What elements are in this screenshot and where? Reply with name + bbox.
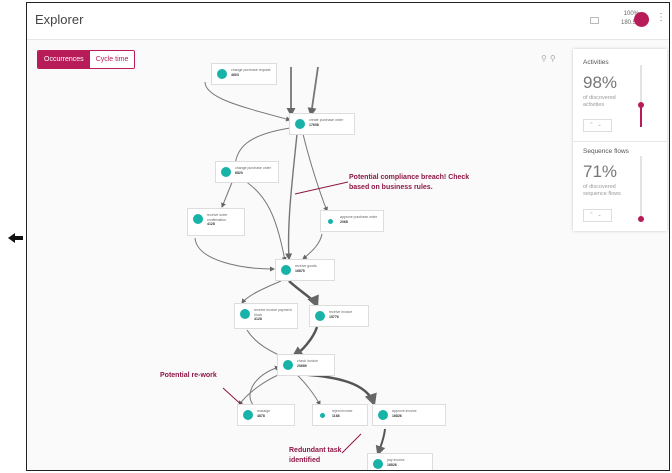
node-label: receive invoice — [329, 310, 353, 314]
activity-dot-icon — [240, 309, 250, 319]
sequence-flows-title: Sequence flows — [583, 148, 629, 155]
node-count: 1168 — [332, 413, 340, 418]
rework-annotation: Potential re-work — [160, 372, 217, 379]
activity-dot-icon — [320, 413, 325, 418]
node-label: receive invoice payment block — [254, 308, 292, 317]
activity-dot-icon — [373, 459, 383, 469]
activity-dot-icon — [378, 410, 388, 420]
process-node[interactable]: check invoice 20689 — [277, 354, 335, 376]
process-node[interactable]: change purchase order 6820 — [215, 161, 279, 183]
node-count: 16875 — [295, 268, 305, 273]
process-node[interactable]: receive order confirmation 4128 — [187, 208, 245, 236]
node-count: 15776 — [329, 314, 339, 319]
node-label: approve invoice — [392, 409, 417, 413]
node-label: change purchase request — [231, 68, 271, 72]
activities-section: Activities 98% of discovered activities … — [573, 49, 667, 141]
activity-dot-icon — [283, 360, 293, 370]
activity-dot-icon — [315, 311, 325, 321]
activity-dot-icon — [281, 265, 291, 275]
node-count: 2068 — [340, 219, 348, 224]
sequence-flows-stepper[interactable]: ⌃⌄ — [583, 209, 612, 222]
node-label: pay invoice — [387, 458, 405, 462]
node-label: approve purchase order — [340, 215, 378, 219]
node-count: 4128 — [254, 317, 262, 321]
sequence-flows-percent: 71% — [583, 162, 618, 181]
process-node[interactable]: approve purchase order 2068 — [320, 210, 384, 232]
sequence-flows-caption: of discovered sequence flows — [583, 184, 621, 197]
node-label: check invoice — [297, 359, 319, 363]
process-node[interactable]: create purchase order 17608 — [289, 113, 355, 135]
node-label: change purchase order — [235, 166, 271, 170]
process-node[interactable]: receive invoice payment block 4128 — [234, 303, 298, 329]
node-count: 17608 — [309, 122, 319, 127]
explorer-window: Explorer 100% 180.5k ⋮ Occurrences Cycle… — [26, 2, 670, 471]
activities-slider-knob[interactable] — [638, 102, 644, 108]
activities-caption: of discovered activities — [583, 95, 616, 108]
activity-dot-icon — [221, 167, 231, 177]
activity-dot-icon — [217, 69, 227, 79]
node-count: 4603 — [231, 72, 239, 77]
process-node[interactable]: change purchase request 4603 — [211, 63, 277, 85]
activities-title: Activities — [583, 59, 609, 66]
mouse-pointer-icon — [8, 233, 23, 243]
process-node[interactable]: reject invoice 1168 — [312, 404, 368, 426]
sequence-flows-section: Sequence flows 71% of discovered sequenc… — [573, 142, 667, 231]
node-label: reject invoice — [332, 409, 353, 413]
node-count: 4878 — [257, 413, 265, 418]
node-label: receive order confirmation — [207, 213, 228, 222]
coverage-panel: Activities 98% of discovered activities … — [573, 49, 667, 231]
process-node[interactable]: approve invoice 16826 — [372, 404, 446, 426]
sequence-flows-slider-track — [640, 156, 642, 220]
activity-dot-icon — [193, 214, 203, 224]
process-node[interactable]: receive invoice 15776 — [309, 305, 369, 327]
node-count: 16826 — [387, 462, 397, 467]
redundant-annotation: Redundant task identified — [289, 447, 342, 464]
node-count: 4128 — [207, 222, 215, 226]
node-label: receive goods — [295, 264, 317, 268]
node-count: 20689 — [297, 363, 307, 368]
activity-dot-icon — [243, 410, 253, 420]
node-label: reassign — [257, 409, 271, 413]
activities-stepper[interactable]: ⌃⌄ — [583, 119, 612, 132]
activities-percent: 98% — [583, 73, 618, 92]
activity-dot-icon — [295, 119, 305, 129]
process-node[interactable]: pay invoice 16826 — [367, 453, 433, 470]
node-label: create purchase order — [309, 118, 344, 122]
activity-dot-icon — [328, 219, 333, 224]
process-node[interactable]: reassign 4878 — [237, 404, 295, 426]
node-count: 16826 — [392, 413, 402, 418]
node-count: 6820 — [235, 170, 243, 175]
process-node[interactable]: receive goods 16875 — [275, 259, 335, 281]
sequence-flows-slider-knob[interactable] — [638, 216, 644, 222]
compliance-annotation: Potential compliance breach! Check based… — [349, 174, 470, 191]
